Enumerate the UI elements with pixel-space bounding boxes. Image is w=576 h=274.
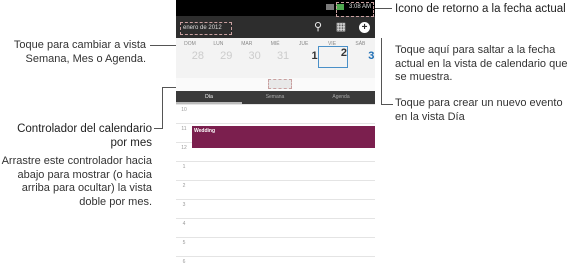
day-number[interactable]: 28	[176, 50, 204, 62]
hour-row	[176, 180, 375, 181]
hour-label: 11	[181, 126, 187, 132]
month-selector[interactable]: enero de 2012	[180, 22, 232, 35]
day-number[interactable]: 30	[233, 50, 261, 62]
day-number[interactable]: 31	[261, 50, 289, 62]
hour-row	[176, 161, 375, 162]
return-icon-highlight	[336, 2, 374, 17]
hour-row	[176, 123, 375, 124]
day-name: LUN	[213, 41, 224, 47]
day-number[interactable]: 1	[290, 50, 317, 62]
annotation-month-switch: Toque para cambiar a vista Semana, Mes o…	[13, 39, 146, 65]
hour-row	[176, 104, 375, 105]
hour-label: 10	[181, 107, 187, 113]
leader-line	[162, 87, 163, 129]
hour-row	[176, 199, 375, 200]
day-name: DOM	[184, 41, 196, 47]
day-name: JUE	[298, 41, 309, 47]
leader-line	[150, 45, 178, 46]
bluetooth-icon	[326, 4, 334, 10]
day-number[interactable]: 3	[346, 50, 374, 62]
add-event-icon[interactable]: +	[359, 22, 370, 33]
hour-label: 2	[182, 183, 186, 189]
calendar-return-icon[interactable]: ▦	[333, 19, 349, 35]
day-name: MAR	[241, 41, 253, 47]
leader-line	[381, 38, 382, 105]
day-name: MIÉ	[270, 41, 280, 47]
hour-label: 1	[182, 164, 186, 170]
day-number[interactable]: 29	[204, 50, 232, 62]
week-header: DOM 28 LUN 29 MAR 30 MIÉ 31 JUE 1 VIE 2 SÁB 3	[176, 38, 375, 78]
annotation-return-title: Icono de retorno a la fecha actual	[395, 3, 566, 15]
tab-2[interactable]: Agenda	[308, 91, 374, 104]
hour-row	[176, 218, 375, 219]
hour-label: 6	[182, 259, 186, 265]
leader-line	[372, 8, 392, 9]
calendar-event[interactable]: Wedding	[192, 126, 375, 148]
day-name: SÁB	[355, 41, 366, 47]
hour-label: 5	[182, 240, 186, 246]
month-controller-handle[interactable]	[268, 79, 292, 89]
hour-row	[176, 237, 375, 238]
annotation-controller-desc: Arrastre este controlador hacia abajo pa…	[1, 155, 152, 208]
leader-line	[381, 104, 393, 105]
annotation-return-desc: Toque aquí para saltar a la fecha actual…	[395, 44, 568, 83]
hour-label: 4	[182, 221, 186, 227]
hour-label: 12	[181, 145, 187, 151]
hour-row	[176, 256, 375, 257]
tab-0[interactable]: Día	[176, 91, 242, 104]
hour-label: 3	[182, 202, 186, 208]
action-bar: enero de 2012 ⚲ ▦ +	[176, 16, 375, 38]
phone-screen: 3:08 AM enero de 2012 ⚲ ▦ + DOM 28 LUN 29 MA…	[176, 0, 375, 274]
view-tabs: Día Semana Agenda	[176, 91, 375, 104]
tab-1[interactable]: Semana	[242, 91, 308, 104]
annotation-create-desc: Toque para crear un nuevo evento en la v…	[395, 97, 563, 123]
search-icon[interactable]: ⚲	[310, 19, 326, 35]
annotation-controller-title: Controlador del calendario por mes	[17, 123, 152, 149]
day-number[interactable]: 2	[318, 46, 348, 68]
